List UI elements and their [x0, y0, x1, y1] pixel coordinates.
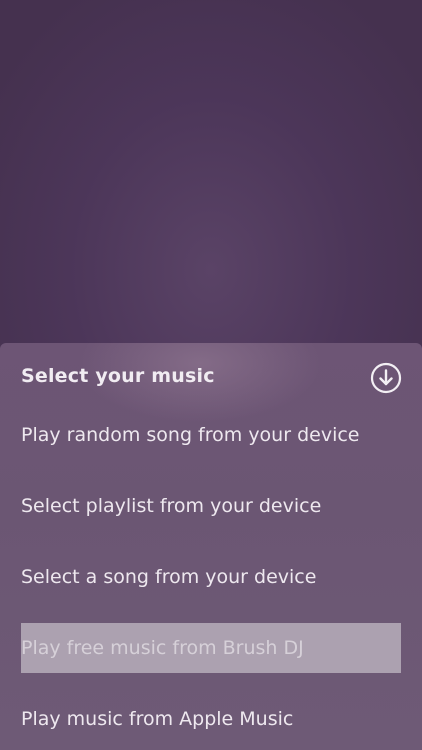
sheet-title: Select your music: [21, 365, 215, 387]
option-select-song[interactable]: Select a song from your device: [21, 552, 401, 602]
option-play-free-music-brush-dj[interactable]: Play free music from Brush DJ: [21, 623, 401, 673]
option-select-playlist[interactable]: Select playlist from your device: [21, 481, 401, 531]
download-button[interactable]: [370, 362, 402, 394]
download-arrow-circle-icon: [370, 362, 402, 394]
option-play-random-song[interactable]: Play random song from your device: [21, 410, 401, 460]
music-source-sheet: Select your music Play random song from …: [0, 343, 422, 750]
option-play-apple-music[interactable]: Play music from Apple Music: [21, 694, 401, 744]
